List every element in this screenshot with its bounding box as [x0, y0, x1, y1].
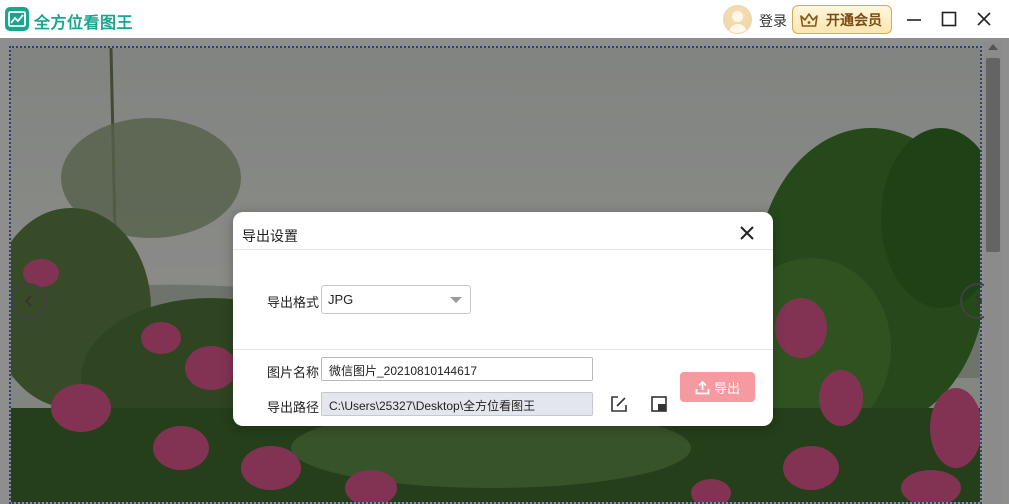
minimize-icon [907, 19, 921, 21]
close-icon[interactable] [738, 224, 756, 242]
app-logo-icon [5, 7, 29, 31]
close-window-button[interactable] [973, 8, 995, 30]
export-label: 导出 [713, 380, 740, 396]
login-link[interactable]: 登录 [759, 11, 787, 31]
chevron-down-icon[interactable] [450, 297, 462, 303]
upload-icon [695, 380, 710, 394]
title-bar: 全方位看图王 登录 开通会员 [0, 0, 1009, 38]
close-icon [977, 12, 991, 26]
image-name-input[interactable]: 微信图片_20210810144617 [321, 357, 593, 381]
app-title: 全方位看图王 [34, 15, 134, 32]
minimize-button[interactable] [903, 8, 925, 30]
edit-icon[interactable] [609, 394, 629, 414]
export-button[interactable]: 导出 [680, 372, 755, 402]
dialog-title: 导出设置 [242, 228, 298, 244]
maximize-icon [941, 11, 957, 27]
maximize-button[interactable] [938, 8, 960, 30]
vip-button[interactable]: 开通会员 [792, 5, 892, 34]
avatar[interactable] [723, 5, 752, 34]
folder-icon[interactable] [649, 394, 669, 414]
format-select[interactable]: JPG [321, 285, 471, 314]
export-settings-dialog: 导出设置 导出格式 JPG 图片名称 微信图片_20210810144617 导… [233, 212, 773, 426]
export-path-field: C:\Users\25327\Desktop\全方位看图王 [321, 392, 593, 416]
vip-label: 开通会员 [826, 11, 882, 28]
dialog-section-divider [233, 349, 773, 350]
crown-icon [800, 12, 818, 27]
dialog-header-divider [233, 249, 773, 250]
format-label: 导出格式 [267, 295, 320, 310]
export-path-label: 导出路径 [267, 400, 320, 415]
image-name-label: 图片名称 [267, 365, 320, 380]
